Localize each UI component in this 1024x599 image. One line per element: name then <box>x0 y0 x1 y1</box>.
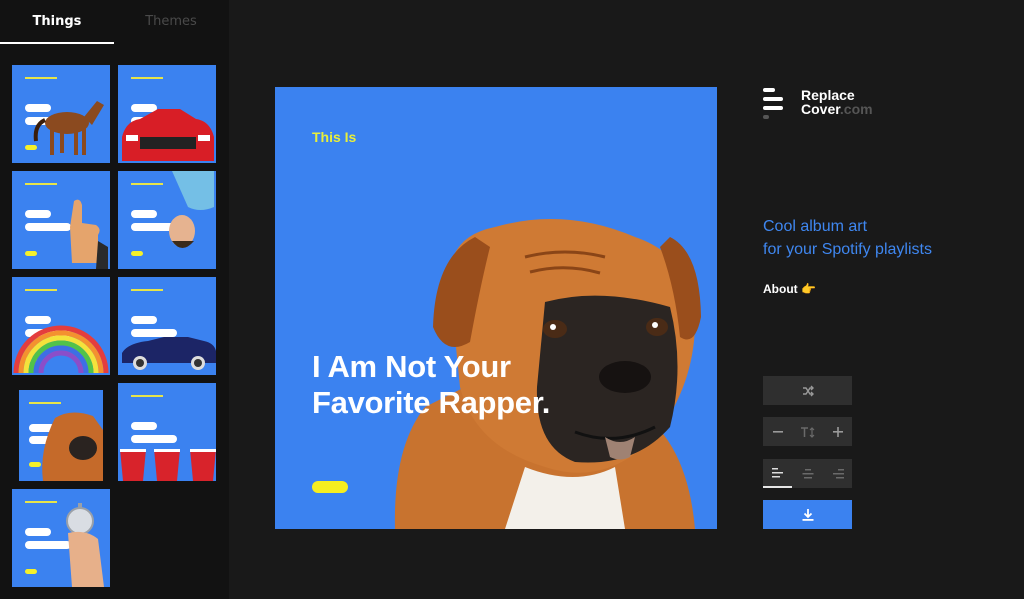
convertible-image <box>122 337 216 370</box>
thumbnail-upside-down-man[interactable] <box>118 171 216 269</box>
align-right-icon <box>832 468 844 478</box>
thumbnail-horse[interactable] <box>12 65 110 163</box>
logo-line-2: Cover.com <box>801 102 921 116</box>
thumbs-up-image <box>70 199 108 269</box>
boxer-dog-image <box>394 219 701 529</box>
tab-things[interactable]: Things <box>0 0 114 42</box>
logo-cover-word: Cover <box>801 101 840 117</box>
download-icon <box>802 508 813 521</box>
about-label: About <box>763 282 798 296</box>
logo-text: Replace Cover.com <box>801 88 921 116</box>
thumbnail-red-car[interactable] <box>118 65 216 163</box>
horse-image <box>33 101 104 155</box>
increase-size-button[interactable] <box>823 417 852 446</box>
cover-eyebrow: This Is <box>312 129 357 145</box>
shuffle-button[interactable] <box>763 376 852 405</box>
plus-icon <box>832 426 843 437</box>
cover-title-line-1: I Am Not Your <box>312 349 511 384</box>
download-button[interactable] <box>763 500 852 529</box>
cover-title-line-2: Favorite Rapper. <box>312 385 551 420</box>
align-left-button[interactable] <box>763 459 792 488</box>
thumbnail-thumbs-up[interactable] <box>12 171 110 269</box>
cover-title: I Am Not Your Favorite Rapper. <box>312 349 612 421</box>
active-tab-indicator <box>0 42 114 44</box>
thumbnail-boxer-dog[interactable] <box>19 390 103 481</box>
logo-domain: .com <box>839 101 873 117</box>
boxer-dog-thumb-image <box>42 412 103 481</box>
stopwatch-image <box>66 503 104 587</box>
thumbnail-rainbow[interactable] <box>12 277 110 375</box>
cover-preview: This Is I Am Not Your Favorite Rapper. <box>275 87 717 529</box>
align-center-button[interactable] <box>793 459 822 488</box>
text-size-indicator <box>793 417 822 446</box>
tab-themes[interactable]: Themes <box>114 0 228 42</box>
thumbnail-grid <box>0 0 229 599</box>
red-cups-image <box>120 449 216 481</box>
align-left-icon <box>771 467 783 477</box>
upside-down-man-image <box>169 171 214 248</box>
align-right-button[interactable] <box>823 459 852 488</box>
about-link[interactable]: About 👉 <box>763 282 816 296</box>
sidebar: Things Themes <box>0 0 229 599</box>
tagline: Cool album art for your Spotify playlist… <box>763 215 1003 261</box>
sidebar-tabs: Things Themes <box>0 0 229 44</box>
red-car-image <box>122 109 214 161</box>
cover-pill <box>312 481 348 493</box>
align-center-icon <box>802 468 813 478</box>
tagline-line-2: for your Spotify playlists <box>763 241 932 258</box>
rainbow-image <box>13 325 109 374</box>
logo-line-1: Replace <box>801 87 855 103</box>
shuffle-icon <box>802 385 814 396</box>
text-size-control <box>763 417 852 446</box>
decrease-size-button[interactable] <box>763 417 792 446</box>
thumbnail-red-cups[interactable] <box>118 383 216 481</box>
text-align-control <box>763 459 852 488</box>
pointing-hand-icon: 👉 <box>801 282 816 296</box>
logo-icon <box>763 88 787 119</box>
minus-icon <box>772 430 783 433</box>
thumbnail-stopwatch[interactable] <box>12 489 110 587</box>
thumbnail-convertible[interactable] <box>118 277 216 375</box>
text-size-icon <box>800 426 814 438</box>
tagline-line-1: Cool album art <box>763 218 868 235</box>
